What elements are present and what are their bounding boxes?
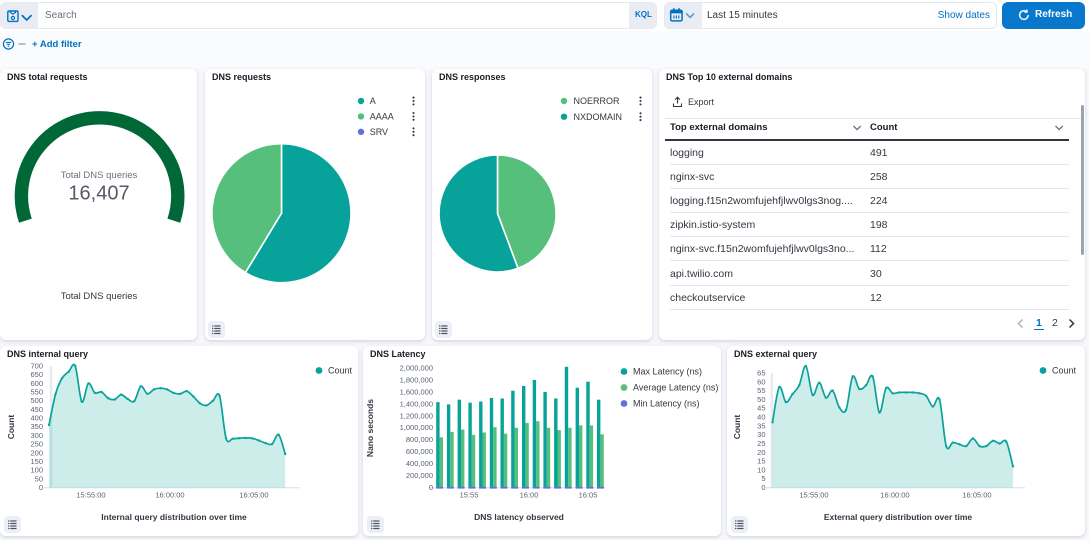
svg-text:50: 50 xyxy=(35,474,43,483)
svg-text:16:05:00: 16:05:00 xyxy=(239,491,268,500)
svg-text:400,000: 400,000 xyxy=(406,459,433,468)
svg-text:Count: Count xyxy=(328,366,353,376)
svg-text:Max Latency (ns): Max Latency (ns) xyxy=(633,367,702,377)
svg-text:50: 50 xyxy=(757,395,765,404)
svg-text:10: 10 xyxy=(757,465,765,474)
svg-text:30: 30 xyxy=(757,430,765,439)
svg-text:1,200,000: 1,200,000 xyxy=(400,411,433,420)
svg-text:0: 0 xyxy=(39,483,43,492)
svg-text:16:05: 16:05 xyxy=(579,491,598,500)
svg-text:250: 250 xyxy=(30,440,43,449)
svg-text:16:00: 16:00 xyxy=(520,491,539,500)
svg-text:16:00:00: 16:00:00 xyxy=(880,491,909,500)
svg-text:200: 200 xyxy=(30,448,43,457)
svg-text:350: 350 xyxy=(30,422,43,431)
svg-text:450: 450 xyxy=(30,405,43,414)
svg-text:55: 55 xyxy=(757,386,765,395)
svg-text:2,000,000: 2,000,000 xyxy=(400,364,433,373)
svg-text:AAAA: AAAA xyxy=(370,112,394,122)
svg-text:0: 0 xyxy=(761,483,765,492)
svg-text:400: 400 xyxy=(30,414,43,423)
svg-text:40: 40 xyxy=(757,413,765,422)
svg-text:NXDOMAIN: NXDOMAIN xyxy=(574,112,623,122)
svg-text:1,400,000: 1,400,000 xyxy=(400,399,433,408)
svg-text:600: 600 xyxy=(30,379,43,388)
svg-text:Average Latency (ns): Average Latency (ns) xyxy=(633,383,718,393)
svg-text:Count: Count xyxy=(1052,366,1077,376)
svg-text:35: 35 xyxy=(757,421,765,430)
svg-text:45: 45 xyxy=(757,404,765,413)
svg-text:Nano seconds: Nano seconds xyxy=(365,399,375,457)
svg-text:25: 25 xyxy=(757,439,765,448)
svg-text:800,000: 800,000 xyxy=(406,435,433,444)
svg-text:16:05:00: 16:05:00 xyxy=(962,491,991,500)
svg-text:300: 300 xyxy=(30,431,43,440)
svg-text:150: 150 xyxy=(30,457,43,466)
svg-text:65: 65 xyxy=(757,369,765,378)
svg-text:600,000: 600,000 xyxy=(406,447,433,456)
svg-text:500: 500 xyxy=(30,396,43,405)
svg-text:700: 700 xyxy=(30,362,43,371)
svg-text:1,800,000: 1,800,000 xyxy=(400,376,433,385)
svg-text:20: 20 xyxy=(757,448,765,457)
svg-text:0: 0 xyxy=(429,483,433,492)
svg-text:16:00:00: 16:00:00 xyxy=(155,491,184,500)
svg-text:SRV: SRV xyxy=(370,127,388,137)
svg-text:15:55:00: 15:55:00 xyxy=(76,491,105,500)
svg-text:1,000,000: 1,000,000 xyxy=(400,423,433,432)
svg-text:Count: Count xyxy=(732,415,742,440)
svg-text:DNS latency observed: DNS latency observed xyxy=(474,512,564,522)
svg-text:A: A xyxy=(370,96,376,106)
svg-text:Total DNS queries: Total DNS queries xyxy=(61,291,138,302)
svg-text:Internal query distribution ov: Internal query distribution over time xyxy=(101,512,247,522)
svg-text:16,407: 16,407 xyxy=(68,183,129,205)
svg-text:15: 15 xyxy=(757,457,765,466)
svg-text:15:55: 15:55 xyxy=(460,491,479,500)
svg-text:1,600,000: 1,600,000 xyxy=(400,387,433,396)
svg-text:5: 5 xyxy=(761,474,765,483)
svg-text:650: 650 xyxy=(30,370,43,379)
svg-text:NOERROR: NOERROR xyxy=(574,96,621,106)
svg-text:60: 60 xyxy=(757,377,765,386)
svg-text:Count: Count xyxy=(6,415,16,440)
svg-text:Min Latency (ns): Min Latency (ns) xyxy=(633,399,700,409)
svg-text:200,000: 200,000 xyxy=(406,471,433,480)
svg-text:15:55:00: 15:55:00 xyxy=(799,491,828,500)
svg-text:550: 550 xyxy=(30,388,43,397)
svg-text:Total DNS queries: Total DNS queries xyxy=(61,170,138,181)
svg-text:External query distribution ov: External query distribution over time xyxy=(824,512,973,522)
svg-text:100: 100 xyxy=(30,466,43,475)
